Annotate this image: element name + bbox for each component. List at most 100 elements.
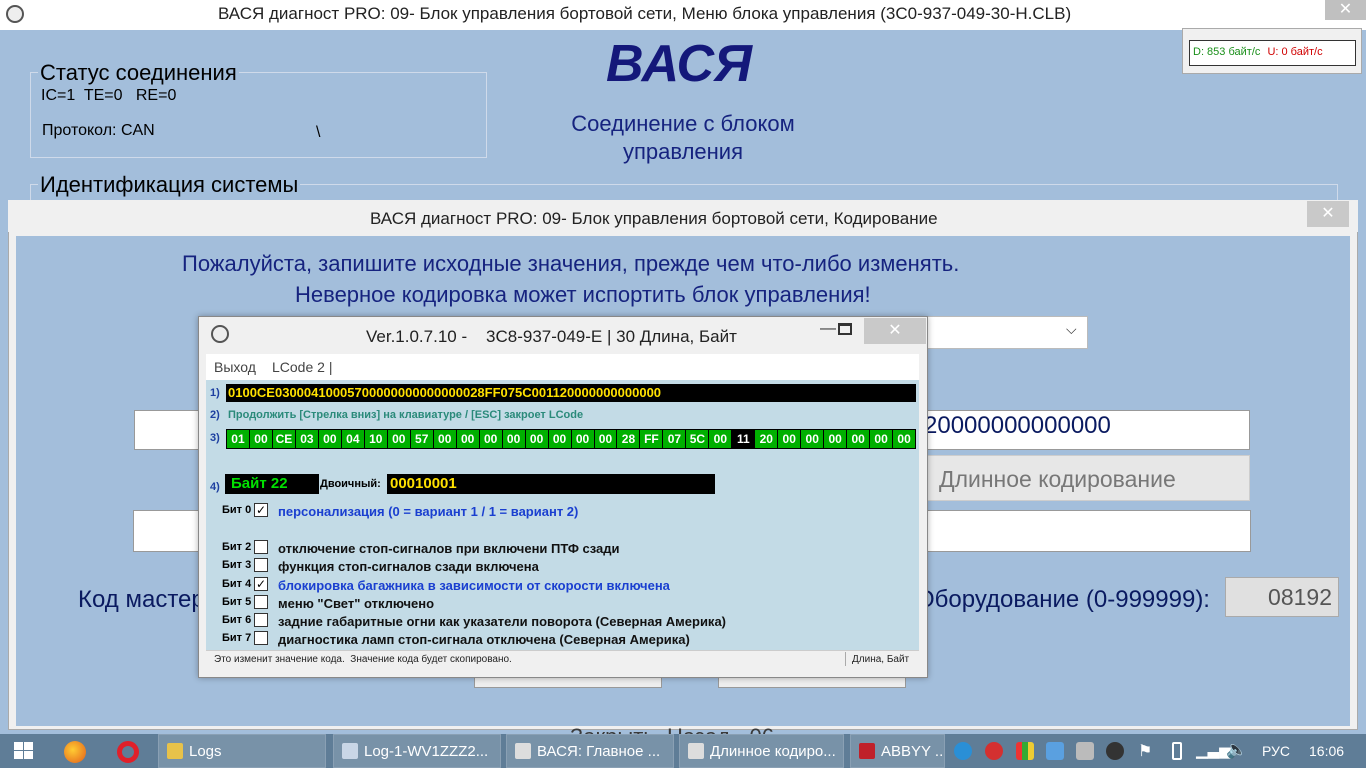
bit-description: блокировка багажника в зависимости от ск… — [278, 578, 670, 593]
bit-checkbox[interactable]: ✓ — [254, 503, 268, 517]
byte-cell[interactable]: 00 — [571, 430, 594, 448]
byte-cell[interactable]: 00 — [502, 430, 525, 448]
taskbar-item[interactable]: ABBYY ... — [850, 734, 945, 768]
byte-cell[interactable]: 5C — [686, 430, 709, 448]
byte-cell[interactable]: 00 — [433, 430, 456, 448]
byte-cell[interactable]: 10 — [364, 430, 387, 448]
menu-exit[interactable]: Выход — [214, 359, 256, 375]
bit-description: диагностика ламп стоп-сигнала отключена … — [278, 632, 690, 647]
opera-icon[interactable] — [117, 741, 139, 763]
byte-cell[interactable]: 00 — [479, 430, 502, 448]
bit-checkbox[interactable] — [254, 540, 268, 554]
statusbar-separator — [845, 652, 846, 666]
byte-cell[interactable]: 00 — [778, 430, 801, 448]
byte-cell[interactable]: FF — [640, 430, 663, 448]
byte-cell[interactable]: 04 — [341, 430, 364, 448]
byte-cell[interactable]: 00 — [249, 430, 272, 448]
byte-cell[interactable]: 00 — [387, 430, 410, 448]
battery-icon[interactable] — [1172, 742, 1182, 760]
byte-cell[interactable]: 07 — [663, 430, 686, 448]
byte-cell[interactable]: 00 — [870, 430, 893, 448]
byte-cell[interactable]: 00 — [548, 430, 571, 448]
coding-warning-2: Неверное кодировка может испортить блок … — [295, 282, 871, 307]
byte-cell[interactable]: 00 — [824, 430, 847, 448]
bit-checkbox[interactable]: ✓ — [254, 577, 268, 591]
byte-cell[interactable]: 00 — [525, 430, 548, 448]
taskbar-clock[interactable]: 16:06 — [1309, 743, 1344, 759]
taskbar-item[interactable]: ВАСЯ: Главное ... — [506, 734, 674, 768]
lcode-maximize-button[interactable] — [838, 323, 852, 335]
taskbar-item[interactable]: Log-1-WV1ZZZ2... — [333, 734, 501, 768]
byte-cell[interactable]: 00 — [893, 430, 916, 448]
coding-warning-1: Пожалуйста, запишите исходные значения, … — [182, 251, 960, 276]
vasya-logo: ВАСЯ — [606, 35, 752, 93]
lcode-close-button[interactable]: ✕ — [864, 318, 926, 344]
partially-hidden-text: Закрыть, Назад - 06 — [570, 724, 774, 734]
byte-cell[interactable]: 01 — [227, 430, 249, 448]
binary-label: Двоичный: — [320, 478, 381, 490]
bit-label: Бит 7 — [222, 632, 252, 644]
byte-cell[interactable]: 00 — [456, 430, 479, 448]
byte-cell[interactable]: 00 — [709, 430, 732, 448]
byte-cell[interactable]: 00 — [318, 430, 341, 448]
connection-message-line2: управления — [623, 139, 743, 164]
taskbar-item-label: Log-1-WV1ZZZ2... — [364, 743, 489, 760]
coding-close-button[interactable]: ✕ — [1307, 201, 1349, 227]
bit-checkbox[interactable] — [254, 613, 268, 627]
bit-description: персонализация (0 = вариант 1 / 1 = вари… — [278, 504, 579, 519]
tray-app-icon-3[interactable] — [1016, 742, 1034, 760]
tray-app-icon-6[interactable] — [1106, 742, 1124, 760]
system-identification-title: Идентификация системы — [38, 172, 301, 198]
coding-select[interactable] — [906, 316, 1088, 349]
activity-spinner: \ — [316, 124, 321, 141]
tray-app-icon-2[interactable] — [985, 742, 1003, 760]
lcode-window-title: Ver.1.0.7.10 - 3C8-937-049-E | 30 Длина,… — [366, 327, 737, 346]
main-close-button[interactable]: ✕ — [1325, 0, 1366, 20]
byte-cell[interactable]: 00 — [801, 430, 824, 448]
byte-cell[interactable]: 57 — [410, 430, 433, 448]
bit-description: задние габаритные огни как указатели пов… — [278, 614, 726, 629]
menu-lcode[interactable]: LCode 2 | — [272, 359, 332, 375]
byte-cell[interactable]: 00 — [594, 430, 617, 448]
language-indicator[interactable]: РУС — [1262, 743, 1290, 759]
lcode-minimize-button[interactable]: — — [820, 320, 836, 338]
tray-app-icon-1[interactable] — [954, 742, 972, 760]
bit-checkbox[interactable] — [254, 558, 268, 572]
row-number-2: 2) — [210, 409, 220, 421]
volume-icon[interactable]: 🔈 — [1226, 740, 1247, 760]
taskbar-item[interactable]: Logs — [158, 734, 326, 768]
taskbar-item[interactable]: Длинное кодиро... — [679, 734, 844, 768]
binary-value-field[interactable]: 00010001 — [387, 474, 715, 494]
connection-message: Соединение с блоком управления — [540, 110, 826, 166]
byte-cell[interactable]: 28 — [617, 430, 640, 448]
lcode-hint: Продолжить [Стрелка вниз] на клавиатуре … — [228, 409, 584, 421]
main-window-title: ВАСЯ диагност PRO: 09- Блок управления б… — [218, 4, 1072, 23]
tray-app-icon-5[interactable] — [1076, 742, 1094, 760]
windows-start-icon[interactable] — [14, 742, 34, 760]
connection-status-values: IC=1 TE=0 RE=0 — [41, 87, 177, 104]
selected-byte-label: Байт 22 — [225, 474, 319, 494]
firefox-icon[interactable] — [64, 741, 86, 763]
bit-checkbox[interactable] — [254, 631, 268, 645]
vasya-app-icon — [6, 5, 24, 23]
tray-app-icon-4[interactable] — [1046, 742, 1064, 760]
vasya-icon — [515, 743, 531, 759]
byte-cell[interactable]: 11 — [732, 430, 755, 448]
byte-cell[interactable]: 20 — [755, 430, 778, 448]
bit-checkbox[interactable] — [254, 595, 268, 609]
byte-cell[interactable]: 03 — [295, 430, 318, 448]
row-number-4: 4) — [210, 481, 220, 493]
equipment-input[interactable]: 08192 — [1225, 577, 1339, 617]
taskbar-item-label: Длинное кодиро... — [710, 743, 836, 760]
byte-cell[interactable]: 00 — [847, 430, 870, 448]
long-coding-button[interactable]: Длинное кодирование — [926, 455, 1250, 501]
flag-icon[interactable]: ⚑ — [1138, 741, 1152, 761]
statusbar-message: Это изменит значение кода. Значение кода… — [214, 654, 512, 665]
chevron-down-icon[interactable]: ⌵ — [1066, 321, 1077, 338]
lcode-app-icon — [211, 325, 229, 343]
raw-code-field[interactable]: 0100CE03000410005700000000000000028FF075… — [226, 384, 916, 402]
connection-message-line1: Соединение с блоком — [571, 111, 795, 136]
byte-cell[interactable]: CE — [272, 430, 295, 448]
byte-grid: 01 00 CE 03 00 04 10 00 57 00 00 00 00 00 00 00 00 28 FF 07… — [226, 429, 916, 449]
rx-speed: D: 853 байт/с — [1193, 46, 1261, 58]
